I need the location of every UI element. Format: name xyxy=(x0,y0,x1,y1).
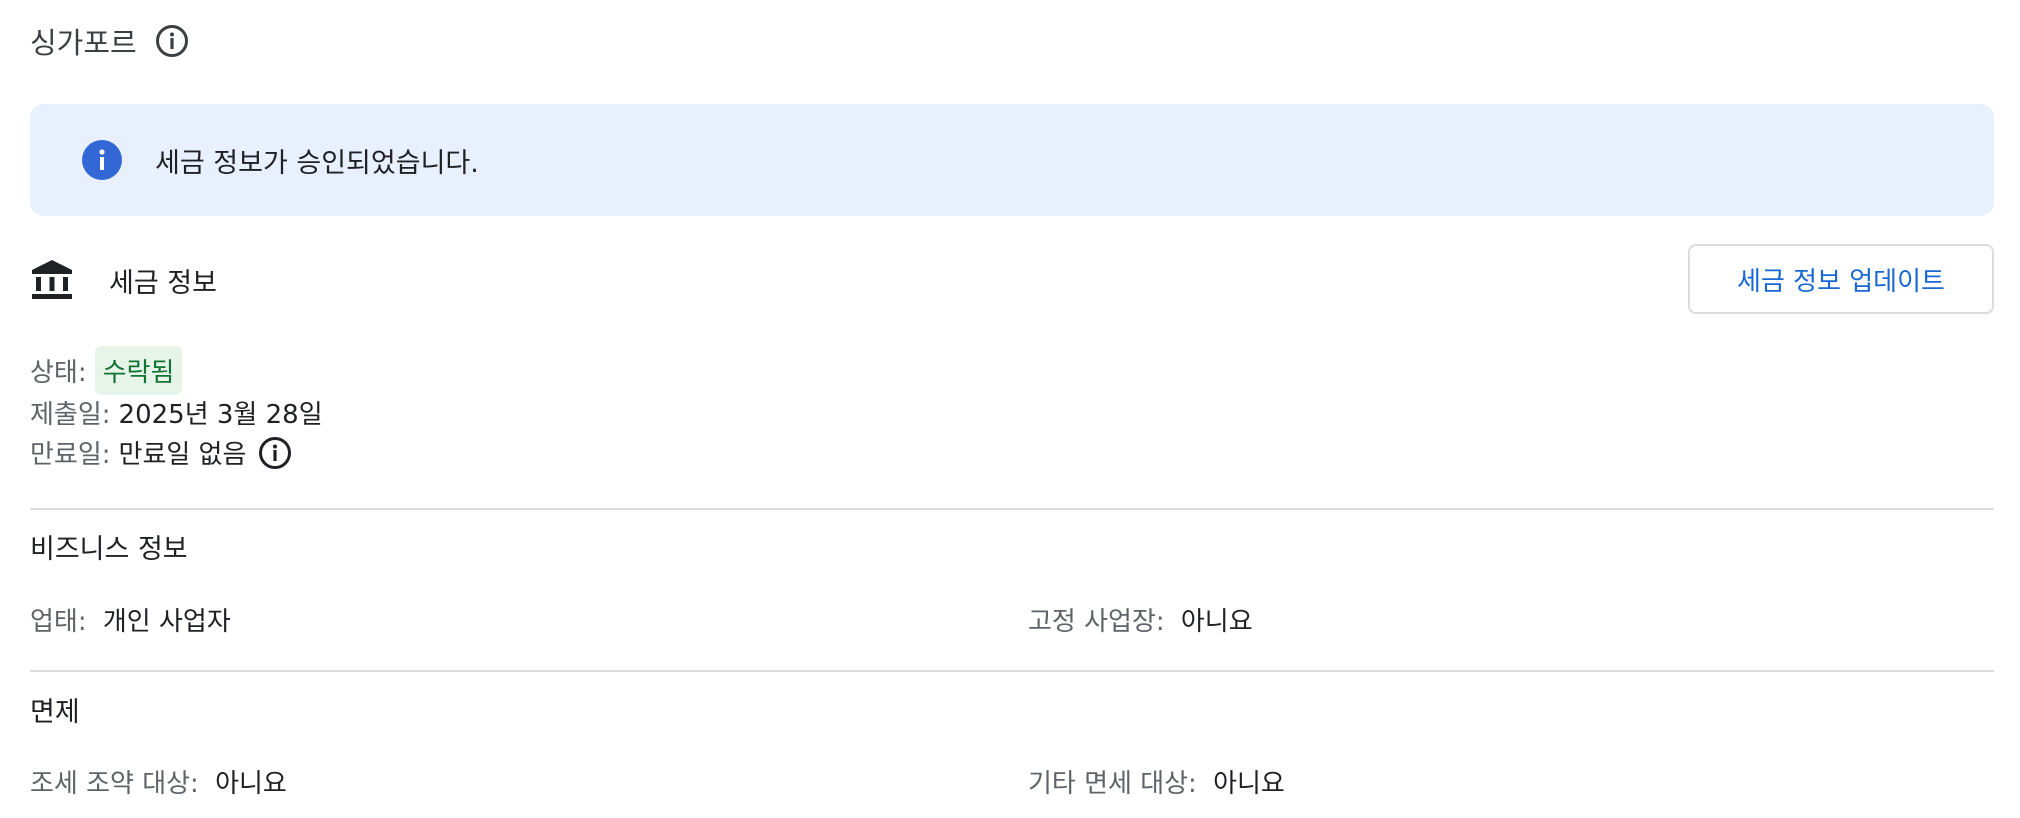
other-exemption-label: 기타 면세 대상: xyxy=(1028,769,1197,799)
exemption-section-title: 면제 xyxy=(30,697,80,728)
business-type-field: 업태: 개인 사업자 xyxy=(30,601,231,638)
business-type-value: 개인 사업자 xyxy=(102,607,231,637)
expiry-label: 만료일: xyxy=(30,440,111,470)
tax-treaty-field: 조세 조약 대상: 아니요 xyxy=(30,763,287,800)
status-line: 상태: 수락됨 xyxy=(30,346,183,395)
status-badge: 수락됨 xyxy=(94,346,183,395)
fixed-establishment-label: 고정 사업장: xyxy=(1028,607,1165,637)
divider xyxy=(30,508,1994,510)
banner-message: 세금 정보가 승인되었습니다. xyxy=(155,147,479,179)
other-exemption-field: 기타 면세 대상: 아니요 xyxy=(1028,763,1285,800)
update-tax-info-button[interactable]: 세금 정보 업데이트 xyxy=(1688,244,1994,314)
info-filled-icon xyxy=(81,139,123,181)
tax-info-label: 세금 정보 xyxy=(109,267,217,299)
expiry-line: 만료일: 만료일 없음 xyxy=(30,434,292,471)
expiry-info-icon[interactable] xyxy=(258,436,292,470)
submitted-value: 2025년 3월 28일 xyxy=(118,400,323,430)
page-title: 싱가포르 xyxy=(30,26,137,60)
fixed-establishment-value: 아니요 xyxy=(1180,607,1253,637)
business-type-label: 업태: xyxy=(30,607,87,637)
tax-treaty-value: 아니요 xyxy=(215,769,287,799)
other-exemption-value: 아니요 xyxy=(1213,769,1285,799)
tax-info-header: 세금 정보 세금 정보 업데이트 xyxy=(30,244,1994,316)
status-label: 상태: xyxy=(30,358,87,388)
approval-banner: 세금 정보가 승인되었습니다. xyxy=(30,104,1994,216)
submitted-line: 제출일: 2025년 3월 28일 xyxy=(30,394,323,431)
page-header: 싱가포르 xyxy=(30,18,189,64)
business-section-title: 비즈니스 정보 xyxy=(30,534,188,565)
info-outline-icon[interactable] xyxy=(155,24,189,58)
bank-icon xyxy=(30,258,74,302)
submitted-label: 제출일: xyxy=(30,400,111,430)
expiry-value: 만료일 없음 xyxy=(118,440,247,470)
divider xyxy=(30,670,1994,672)
fixed-establishment-field: 고정 사업장: 아니요 xyxy=(1028,601,1253,638)
tax-treaty-label: 조세 조약 대상: xyxy=(30,769,199,799)
